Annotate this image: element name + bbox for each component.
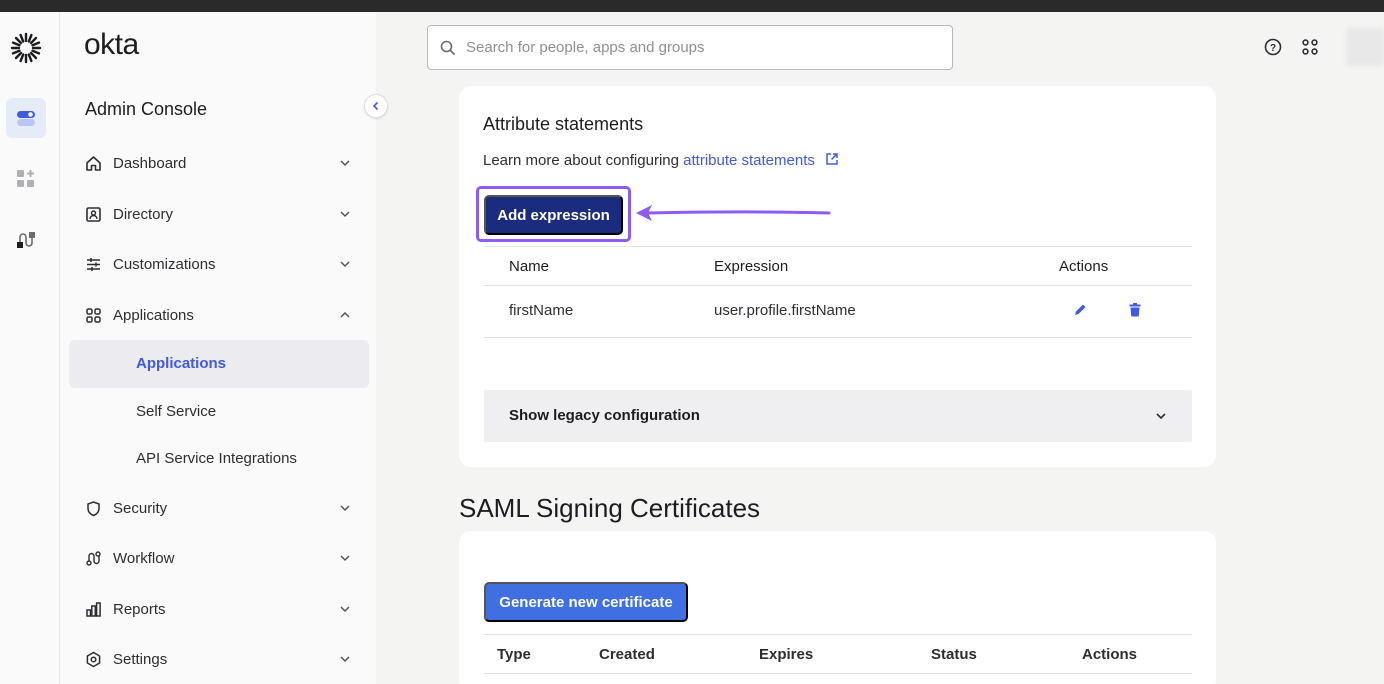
sidebar: okta Admin Console Dashboard Directory C… xyxy=(60,12,388,684)
sidebar-item-applications[interactable]: Applications xyxy=(84,297,352,333)
window-top-bar xyxy=(0,0,1384,12)
saml-section-title: SAML Signing Certificates xyxy=(459,493,761,523)
delete-trash-icon[interactable] xyxy=(1127,302,1143,318)
sidebar-item-directory[interactable]: Directory xyxy=(84,196,352,232)
column-header-actions: Actions xyxy=(1082,646,1138,663)
table-row: firstName user.profile.firstName xyxy=(484,286,1192,338)
top-header: ? xyxy=(376,12,1384,82)
collapse-sidebar-button[interactable] xyxy=(364,94,388,118)
chevron-down-icon xyxy=(340,160,350,167)
learn-more-text: Learn more about configuring attribute s… xyxy=(483,152,839,169)
applications-icon xyxy=(84,306,102,324)
learn-more-prefix: Learn more about configuring xyxy=(483,152,684,169)
sidebar-item-label: Security xyxy=(113,499,168,517)
sidebar-item-dashboard[interactable]: Dashboard xyxy=(84,145,352,181)
okta-sunburst-logo-icon[interactable] xyxy=(8,30,44,66)
chevron-left-icon xyxy=(372,101,379,111)
help-icon[interactable]: ? xyxy=(1263,37,1283,57)
show-legacy-configuration-toggle[interactable]: Show legacy configuration xyxy=(484,390,1192,442)
add-apps-grid-icon[interactable] xyxy=(6,159,46,199)
sidebar-item-workflow[interactable]: Workflow xyxy=(84,540,352,576)
directory-icon xyxy=(84,205,102,223)
sidebar-item-customizations[interactable]: Customizations xyxy=(84,246,352,282)
attribute-statements-title: Attribute statements xyxy=(483,114,644,134)
home-icon xyxy=(84,154,102,172)
column-header-name: Name xyxy=(509,258,550,275)
sub-item-api-service-integrations[interactable]: API Service Integrations xyxy=(136,450,297,467)
sidebar-item-label: Reports xyxy=(113,600,166,618)
sidebar-item-label: Dashboard xyxy=(113,154,187,172)
sidebar-item-label: Applications xyxy=(113,306,194,324)
customizations-icon xyxy=(84,255,102,273)
workflow-icon xyxy=(84,549,102,567)
chevron-down-icon xyxy=(1156,413,1166,420)
column-header-created: Created xyxy=(599,646,655,663)
search-icon xyxy=(440,40,456,55)
search-box[interactable] xyxy=(427,25,953,70)
sidebar-item-label: Settings xyxy=(113,650,168,668)
reports-icon xyxy=(84,600,102,618)
column-header-status: Status xyxy=(931,646,977,663)
column-header-expires: Expires xyxy=(759,646,814,663)
legacy-label: Show legacy configuration xyxy=(509,407,700,424)
chevron-up-icon xyxy=(340,311,350,318)
column-header-type: Type xyxy=(497,646,531,663)
sub-item-self-service[interactable]: Self Service xyxy=(136,403,216,420)
saml-certificates-card: Generate new certificate Type Created Ex… xyxy=(459,531,1216,684)
chevron-down-icon xyxy=(340,555,350,562)
sidebar-item-settings[interactable]: Settings xyxy=(84,641,352,677)
edit-pencil-icon[interactable] xyxy=(1072,302,1088,318)
sidebar-item-label: Workflow xyxy=(113,549,175,567)
chevron-down-icon xyxy=(340,505,350,512)
app-launcher-icon[interactable] xyxy=(1300,37,1320,57)
sub-item-applications[interactable]: Applications xyxy=(136,355,226,372)
main-content: Attribute statements Learn more about co… xyxy=(376,82,1384,684)
workflow-rail-icon[interactable] xyxy=(6,220,46,260)
admin-toggle-icon[interactable] xyxy=(6,98,46,138)
row-expression: user.profile.firstName xyxy=(714,302,856,319)
chevron-down-icon xyxy=(340,261,350,268)
user-avatar[interactable] xyxy=(1346,28,1384,66)
attribute-table-header: Name Expression Actions xyxy=(484,246,1192,286)
sidebar-item-reports[interactable]: Reports xyxy=(84,591,352,627)
chevron-down-icon xyxy=(340,656,350,663)
shield-icon xyxy=(84,499,102,517)
attribute-statements-link[interactable]: attribute statements xyxy=(683,152,815,169)
console-title: Admin Console xyxy=(85,99,208,119)
column-header-actions: Actions xyxy=(1059,258,1109,275)
generate-certificate-button[interactable]: Generate new certificate xyxy=(484,582,688,622)
sidebar-item-security[interactable]: Security xyxy=(84,490,352,526)
app-switcher-rail xyxy=(0,12,60,684)
svg-text:?: ? xyxy=(1270,43,1276,54)
certificates-table-header: Type Created Expires Status Actions xyxy=(484,634,1192,674)
attribute-statements-card: Attribute statements Learn more about co… xyxy=(459,86,1216,467)
okta-wordmark: okta xyxy=(84,28,139,61)
column-header-expression: Expression xyxy=(714,258,789,275)
add-expression-button[interactable]: Add expression xyxy=(484,195,623,235)
gear-icon xyxy=(84,650,102,668)
external-link-icon[interactable] xyxy=(825,152,839,166)
sidebar-item-label: Directory xyxy=(113,205,174,223)
chevron-down-icon xyxy=(340,606,350,613)
search-input[interactable] xyxy=(466,39,946,56)
sidebar-item-label: Customizations xyxy=(113,255,216,273)
pointer-arrow-annotation xyxy=(636,205,831,221)
chevron-down-icon xyxy=(340,211,350,218)
row-name: firstName xyxy=(509,302,574,319)
